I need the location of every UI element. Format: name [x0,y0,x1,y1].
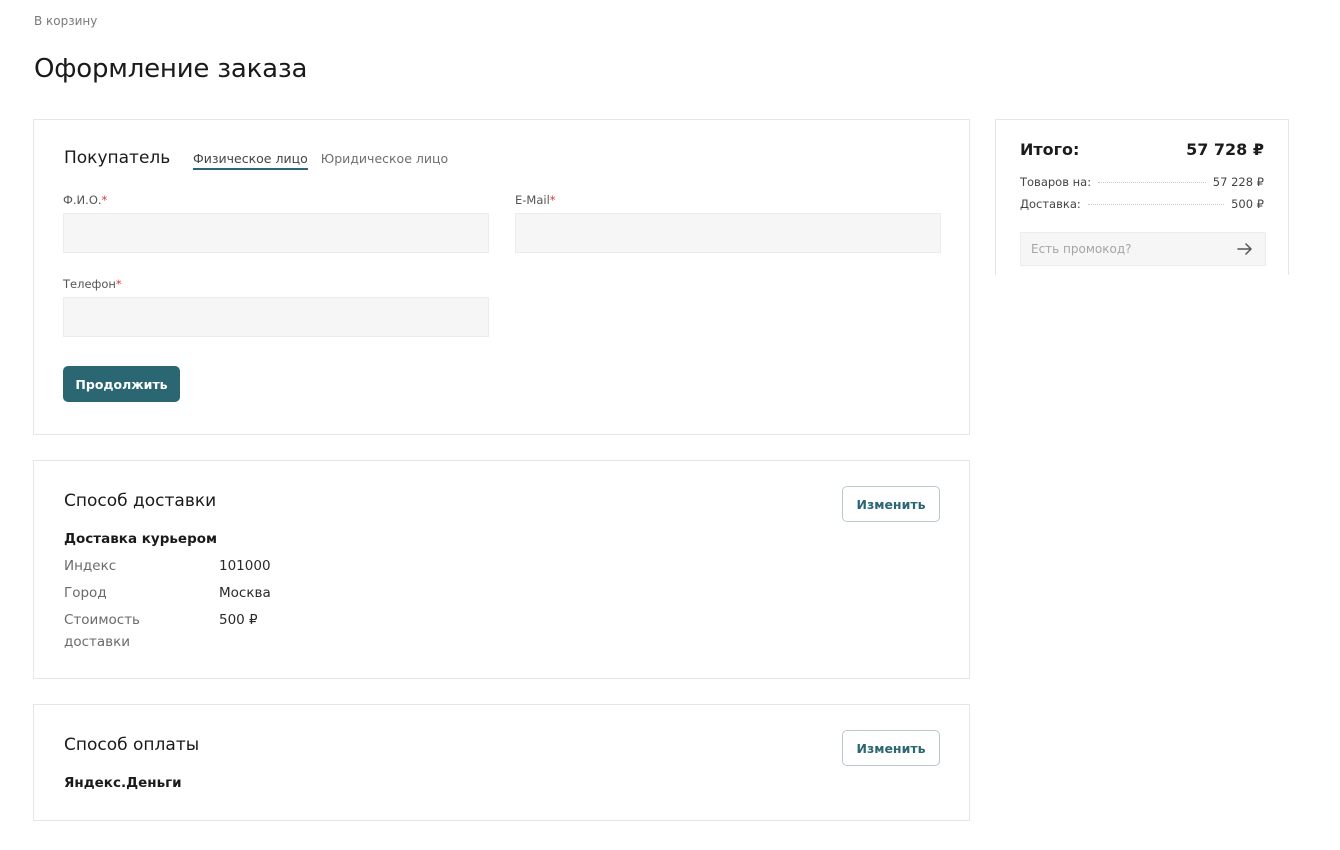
back-to-cart-link[interactable]: В корзину [34,14,97,28]
summary-row-label: Доставка: [1020,197,1081,211]
arrow-right-icon[interactable] [1235,240,1255,258]
detail-value: 500 ₽ [219,612,258,628]
promo-code-box [1020,232,1266,266]
payment-section-title: Способ оплаты [64,735,200,755]
tab-legal-entity[interactable]: Юридическое лицо [321,151,448,170]
summary-total: 57 728 ₽ [1186,140,1264,159]
tab-individual[interactable]: Физическое лицо [193,151,308,170]
summary-title: Итого: [1020,140,1080,159]
detail-value: 101000 [219,558,271,574]
required-mark: * [115,277,122,291]
dotted-leader [1087,204,1225,205]
dotted-leader [1098,182,1206,183]
detail-key: Город [64,585,107,601]
required-mark: * [101,193,108,207]
summary-row-goods: Товаров на: 57 228 ₽ [1020,175,1264,189]
change-delivery-button[interactable]: Изменить [842,486,940,522]
detail-row-index: Индекс 101000 [64,555,271,577]
summary-row-value: 500 ₽ [1231,197,1264,211]
email-field-label: E-Mail* [515,193,556,207]
summary-row-label: Товаров на: [1020,175,1092,189]
page-title: Оформление заказа [34,54,308,84]
name-field-label: Ф.И.О.* [63,193,107,207]
name-field[interactable] [63,213,489,253]
phone-label-text: Телефон [63,277,116,291]
summary-row-delivery: Доставка: 500 ₽ [1020,197,1264,211]
name-label-text: Ф.И.О. [63,193,102,207]
delivery-panel: Способ доставки Изменить Доставка курьер… [33,460,970,679]
detail-key: Стоимость доставки [64,612,141,650]
order-summary: Итого: 57 728 ₽ Товаров на: 57 228 ₽ Дос… [995,119,1289,275]
payment-panel: Способ оплаты Изменить Яндекс.Деньги [33,704,970,821]
detail-value: Москва [219,585,271,601]
email-field[interactable] [515,213,941,253]
detail-row-cost: Стоимость доставки 500 ₽ [64,609,271,653]
required-mark: * [549,193,556,207]
phone-field-label: Телефон* [63,277,122,291]
detail-key: Индекс [64,558,117,574]
delivery-method-name: Доставка курьером [64,531,218,547]
payment-method-name: Яндекс.Деньги [64,775,182,791]
delivery-section-title: Способ доставки [64,491,217,511]
summary-row-value: 57 228 ₽ [1212,175,1264,189]
phone-field[interactable] [63,297,489,337]
buyer-panel: Покупатель Физическое лицо Юридическое л… [33,119,970,435]
delivery-details: Индекс 101000 Город Москва Стоимость дос… [64,555,271,658]
email-label-text: E-Mail [515,193,550,207]
promo-code-input[interactable] [1021,233,1221,265]
buyer-type-tabs: Физическое лицо Юридическое лицо [193,151,448,170]
continue-button[interactable]: Продолжить [63,366,180,402]
buyer-section-title: Покупатель [64,148,171,168]
detail-row-city: Город Москва [64,582,271,604]
change-payment-button[interactable]: Изменить [842,730,940,766]
